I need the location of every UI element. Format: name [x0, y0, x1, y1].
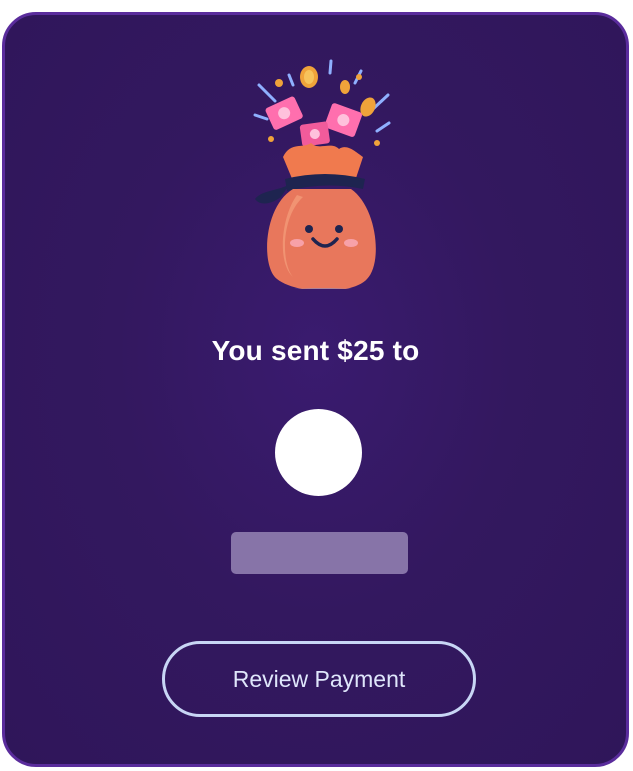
money-bag-icon	[241, 57, 401, 294]
recipient-name-placeholder	[231, 532, 408, 574]
payment-sent-headline: You sent $25 to	[211, 335, 420, 366]
review-payment-button[interactable]: Review Payment	[162, 641, 476, 717]
recipient-avatar	[275, 409, 362, 496]
payment-confirmation-card: You sent $25 to Review Payment	[2, 12, 629, 767]
